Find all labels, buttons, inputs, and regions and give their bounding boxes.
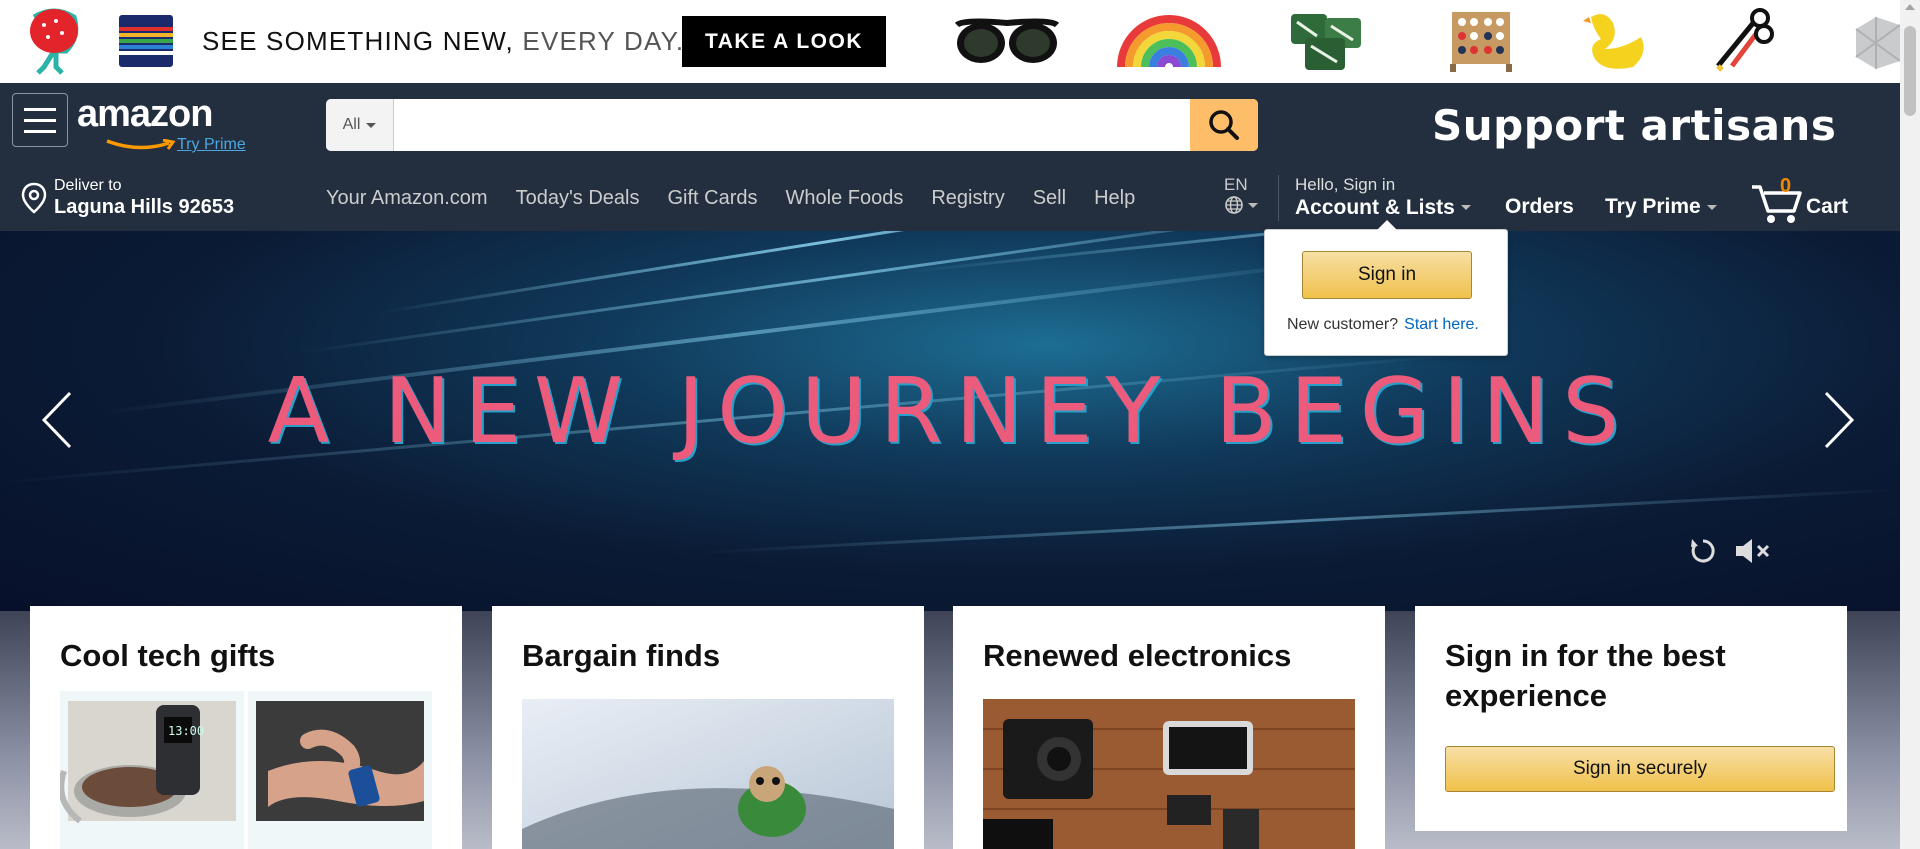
hamburger-icon — [24, 107, 56, 111]
promo-scissors-icon — [1706, 6, 1776, 76]
logo-wordmark: amazon — [77, 93, 213, 135]
globe-icon — [1225, 196, 1243, 215]
cart-icon — [1752, 185, 1802, 223]
nav-link-help[interactable]: Help — [1094, 187, 1135, 210]
card-title: Sign in for the best experience — [1445, 638, 1726, 714]
hero-carousel[interactable]: A NEW JOURNEY BEGINS — [0, 231, 1900, 611]
language-code: EN — [1224, 175, 1248, 194]
chevron-right-icon — [1824, 391, 1855, 449]
fitness-tracker-image — [256, 701, 424, 821]
jewelry-image — [522, 699, 894, 849]
deliver-to-label: Deliver to — [54, 177, 122, 195]
chevron-down-icon — [1706, 204, 1717, 210]
hero-title: A NEW JOURNEY BEGINS — [267, 359, 1633, 464]
new-customer-label: New customer? — [1287, 316, 1399, 333]
promo-vase-icon — [1852, 6, 1900, 76]
promo-raspberry-icon — [22, 6, 86, 76]
card-title: Bargain finds — [522, 638, 721, 673]
support-artisans-banner[interactable]: Support artisans — [1432, 101, 1836, 150]
light-streak — [699, 488, 1899, 554]
deliver-to-location[interactable]: Deliver to Laguna Hills 92653 — [20, 175, 234, 221]
take-a-look-button[interactable]: TAKE A LOOK — [682, 16, 886, 67]
smile-arrow-icon — [106, 139, 176, 150]
location-pin-icon — [21, 182, 47, 214]
signin-button[interactable]: Sign in — [1302, 251, 1472, 299]
signin-flyout: Sign in New customer? Start here. — [1264, 220, 1508, 356]
header-bar: amazon Try Prime All Support artisans — [0, 83, 1900, 165]
nav-links: Your Amazon.com Today's Deals Gift Cards… — [326, 165, 1135, 231]
promo-duck-icon — [1582, 6, 1656, 76]
nav-link-sell[interactable]: Sell — [1033, 187, 1066, 210]
promo-tagline: SEE SOMETHING NEW, EVERY DAY. — [202, 26, 685, 56]
cart-count-badge: 0 — [1780, 175, 1792, 197]
chevron-down-icon — [1248, 202, 1258, 208]
search-category-dropdown[interactable]: All — [326, 99, 394, 151]
try-prime-link[interactable]: Try Prime — [177, 136, 246, 154]
account-greeting: Hello, Sign in — [1295, 175, 1396, 194]
new-customer-text: New customer? Start here. — [1287, 316, 1479, 334]
cart-button[interactable]: 0 Cart — [1750, 175, 1848, 225]
try-prime-label: Try Prime — [1605, 195, 1701, 218]
menu-button[interactable] — [12, 93, 68, 147]
mute-button[interactable] — [1734, 536, 1772, 571]
account-lists-label: Account & Lists — [1295, 196, 1455, 220]
sign-in-securely-button[interactable]: Sign in securely — [1445, 746, 1835, 792]
search-category-label: All — [342, 116, 361, 133]
account-lists-menu[interactable]: Hello, Sign in Account & Lists — [1295, 175, 1471, 221]
promo-sunglasses-icon — [952, 6, 1062, 76]
chevron-down-icon — [366, 122, 377, 128]
flyout-pointer — [1377, 220, 1397, 230]
scrollbar-thumb[interactable] — [1904, 26, 1916, 116]
nav-link-gift-cards[interactable]: Gift Cards — [667, 187, 757, 210]
tech-thumb-kitchen[interactable]: 13:00 — [58, 691, 244, 849]
search-icon — [1209, 110, 1239, 140]
promo-banner[interactable]: SEE SOMETHING NEW, EVERY DAY. TAKE A LOO… — [0, 0, 1900, 83]
carousel-prev-button[interactable] — [40, 391, 74, 454]
deliver-location-text: Laguna Hills 92653 — [54, 195, 235, 218]
search-button[interactable] — [1190, 99, 1258, 151]
card-renewed-electronics[interactable]: Renewed electronics — [953, 606, 1385, 849]
language-selector[interactable]: EN — [1224, 175, 1258, 215]
speaker-muted-icon — [1736, 539, 1770, 563]
light-streak — [299, 231, 1390, 354]
electronics-image — [983, 699, 1355, 849]
sous-vide-image: 13:00 — [58, 701, 236, 824]
promo-pillows-icon — [1286, 6, 1370, 76]
promo-rainbow-icon — [1116, 6, 1222, 76]
tech-thumb-fitness[interactable] — [248, 691, 432, 849]
search-bar: All — [326, 99, 1258, 151]
card-title: Cool tech gifts — [60, 638, 276, 673]
card-title: Renewed electronics — [983, 638, 1292, 673]
scroll-up-arrow-icon[interactable] — [1905, 4, 1915, 10]
bargain-image[interactable] — [522, 699, 894, 849]
try-prime-menu[interactable]: Try Prime — [1605, 195, 1717, 219]
divider — [1278, 175, 1279, 221]
nav-link-todays-deals[interactable]: Today's Deals — [516, 187, 640, 210]
start-here-link[interactable]: Start here. — [1404, 316, 1479, 333]
amazon-logo[interactable]: amazon Try Prime — [77, 93, 257, 153]
replay-button[interactable] — [1688, 536, 1718, 571]
orders-link[interactable]: Orders — [1505, 195, 1574, 219]
card-sign-in: Sign in for the best experience Sign in … — [1415, 606, 1847, 831]
card-cool-tech-gifts[interactable]: Cool tech gifts 13:00 — [30, 606, 462, 849]
renewed-image[interactable] — [983, 699, 1355, 849]
replay-icon — [1691, 539, 1715, 563]
cart-label: Cart — [1806, 195, 1849, 218]
light-streak — [379, 231, 1270, 314]
secondary-nav: Deliver to Laguna Hills 92653 Your Amazo… — [0, 165, 1900, 231]
chevron-down-icon — [1460, 205, 1471, 211]
chevron-left-icon — [41, 391, 72, 449]
carousel-next-button[interactable] — [1822, 391, 1856, 454]
promo-connect-four-icon — [1446, 6, 1516, 76]
card-bargain-finds[interactable]: Bargain finds — [492, 606, 924, 849]
svg-text:13:00: 13:00 — [168, 724, 204, 738]
nav-link-whole-foods[interactable]: Whole Foods — [786, 187, 904, 210]
page-scrollbar[interactable] — [1900, 0, 1920, 849]
promo-blanket-icon — [116, 6, 176, 76]
nav-link-registry[interactable]: Registry — [931, 187, 1004, 210]
search-input[interactable] — [394, 99, 1188, 151]
nav-link-your-amazon[interactable]: Your Amazon.com — [326, 187, 488, 210]
